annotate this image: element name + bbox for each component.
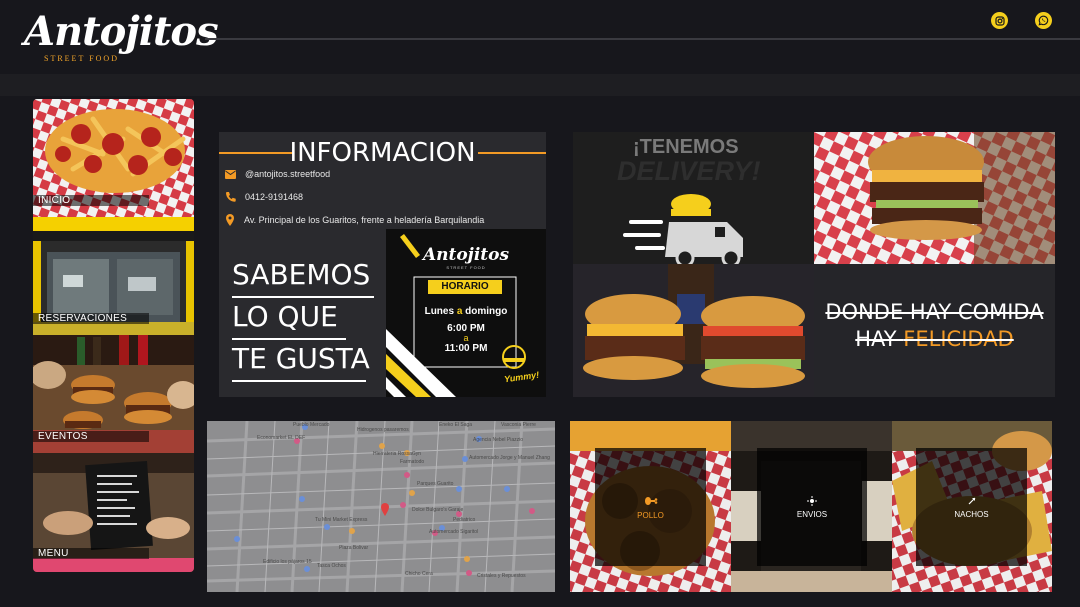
info-panel: INFORMACION @antojitos.streetfood 0412-9… xyxy=(219,132,546,397)
sidebar-item-label: RESERVACIONES xyxy=(38,313,128,324)
map-label: Cristales y Repuestos xyxy=(477,573,526,579)
map-label: Tasca Ochos xyxy=(317,563,346,569)
double-burger-tile xyxy=(573,264,814,397)
slogan-rule-1 xyxy=(232,296,374,298)
motto-tile: DONDE HAY COMIDA HAY FELICIDAD xyxy=(814,264,1055,397)
sub-bar xyxy=(0,74,1080,96)
map-label: Automercado Sigaritol xyxy=(429,529,479,535)
chicken-icon xyxy=(644,496,657,505)
nachos-overlay: NACHOS xyxy=(916,448,1027,566)
pollo-overlay: POLLO xyxy=(595,448,706,566)
sidebar-item-inicio[interactable]: INICIO xyxy=(33,99,194,217)
product-pollo[interactable]: POLLO xyxy=(570,421,731,592)
map-label: Economarket EL DEF xyxy=(257,435,306,441)
map-label: Plaza Bolivar xyxy=(339,545,369,551)
map-label: Tu Mini Market Express xyxy=(315,517,368,523)
envios-overlay: ENVIOS xyxy=(757,448,867,566)
location-pin-icon xyxy=(226,214,234,226)
map-label: Chicho Cera xyxy=(405,571,433,577)
slogan-rule-2 xyxy=(232,338,346,340)
map-label: Hidrogenos pasaremos xyxy=(357,427,409,433)
whatsapp-icon[interactable] xyxy=(1035,12,1052,29)
location-map[interactable]: Pueblo Mercado Hidrogenos pasaremos Enek… xyxy=(207,421,555,592)
sidebar-item-reservaciones[interactable]: RESERVACIONES xyxy=(33,217,194,335)
map-label: Agencia Nebel Piazzio xyxy=(473,437,524,443)
sidebar-item-eventos[interactable]: EVENTOS xyxy=(33,335,194,453)
double-burger-photo xyxy=(573,264,814,397)
motto-line-1: DONDE HAY COMIDA xyxy=(825,300,1044,324)
burger-photo-tile xyxy=(814,132,1055,264)
logo-subtitle: STREET FOOD xyxy=(44,54,119,63)
sidebar-item-label: EVENTOS xyxy=(38,431,88,442)
slogan-line-1: SABEMOS xyxy=(232,258,371,291)
header: Antojitos STREET FOOD xyxy=(0,0,1080,74)
map-label: Edificio los pájaros 15 xyxy=(263,559,312,565)
sidebar-item-label: INICIO xyxy=(38,195,71,206)
horario-days: Lunes a domingo xyxy=(424,306,508,317)
instagram-row[interactable]: @antojitos.streetfood xyxy=(225,169,330,179)
motto-line-2: HAY FELICIDAD xyxy=(855,327,1014,351)
mail-icon xyxy=(225,169,236,179)
instagram-handle: @antojitos.streetfood xyxy=(245,169,331,179)
horario-brand: Antojitos xyxy=(422,245,510,265)
map-label: Dolce Bulgaro's Garaje xyxy=(412,507,464,513)
map-label: Automercado Jorge y Manuel Zhang xyxy=(469,455,550,461)
delivery-icon xyxy=(807,495,817,506)
map-label: Parques Guarito xyxy=(417,481,454,487)
address: Av. Principal de los Guaritos, frente a … xyxy=(244,215,485,225)
map-label: Vasconia Pierre xyxy=(501,422,536,428)
sidebar-item-menu[interactable]: MENU xyxy=(33,453,194,572)
product-label: NACHOS xyxy=(954,509,989,519)
sidebar: INICIO RESERVACIONES EVENTOS MENU xyxy=(33,99,194,572)
map-streets xyxy=(207,421,555,592)
header-divider xyxy=(205,38,1080,40)
nachos-icon xyxy=(968,497,975,504)
product-label: POLLO xyxy=(637,510,664,520)
map-label: Pediatrico xyxy=(453,517,476,523)
product-nachos[interactable]: NACHOS xyxy=(892,421,1052,592)
slogan-line-2: LO QUE xyxy=(232,300,338,333)
delivery-tile: ¡TENEMOS DELIVERY! xyxy=(573,132,814,264)
phone-number: 0412-9191468 xyxy=(245,191,304,202)
map-label: Farmatodo xyxy=(400,459,425,465)
phone-row[interactable]: 0412-9191468 xyxy=(225,191,303,202)
info-title: INFORMACION xyxy=(289,138,476,168)
logo[interactable]: Antojitos STREET FOOD xyxy=(24,8,219,68)
horario-card: Antojitos STREET FOOD HORARIO Lunes a do… xyxy=(386,229,546,397)
horario-sep: a xyxy=(463,333,469,343)
phone-icon xyxy=(226,192,236,202)
horario-close: 11:00 PM xyxy=(444,343,488,354)
horario-brand-sub: STREET FOOD xyxy=(446,265,486,270)
logo-wordmark: Antojitos xyxy=(24,8,219,55)
sidebar-item-label: MENU xyxy=(38,548,69,559)
slogan-line-3: TE GUSTA xyxy=(232,342,370,375)
burger-photo xyxy=(814,132,1055,264)
address-row[interactable]: Av. Principal de los Guaritos, frente a … xyxy=(225,214,484,226)
product-label: ENVIOS xyxy=(796,509,828,519)
promo-grid: ¡TENEMOS DELIVERY! DONDE HAY COMIDA HAY … xyxy=(573,132,1055,397)
map-label: Pueblo Mercado xyxy=(293,422,330,428)
map-label: Hierrateria RossaGyn xyxy=(373,451,422,457)
delivery-truck-icon xyxy=(623,194,743,264)
instagram-icon[interactable] xyxy=(991,12,1008,29)
horario-title: HORARIO xyxy=(428,280,502,294)
slogan-rule-3 xyxy=(232,380,366,382)
product-envios[interactable]: ENVIOS xyxy=(731,421,892,592)
map-label: Eneko El Saga xyxy=(439,422,473,428)
